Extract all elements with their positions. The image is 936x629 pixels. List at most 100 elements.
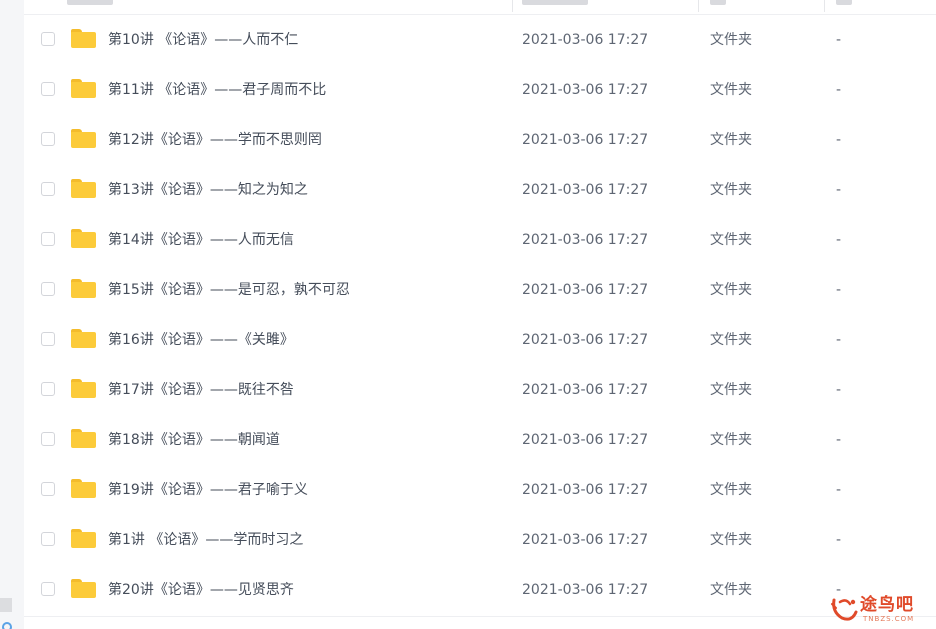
row-checkbox[interactable] bbox=[41, 332, 55, 346]
sidebar-scroll-stub[interactable] bbox=[0, 598, 12, 612]
modified-date: 2021-03-06 17:27 bbox=[522, 582, 649, 598]
file-name-link[interactable]: 第13讲《论语》——知之为知之 bbox=[108, 181, 308, 199]
file-type: 文件夹 bbox=[710, 332, 752, 348]
folder-icon-body bbox=[71, 432, 96, 448]
file-name-link[interactable]: 第14讲《论语》——人而无信 bbox=[108, 231, 294, 249]
folder-icon bbox=[71, 529, 96, 548]
file-row[interactable]: 第18讲《论语》——朝闻道 2021-03-06 17:27 文件夹 - bbox=[24, 415, 936, 465]
file-row[interactable]: 第16讲《论语》——《关雎》 2021-03-06 17:27 文件夹 - bbox=[24, 315, 936, 365]
site-watermark: 途鸟吧 TNBZS.COM bbox=[830, 592, 934, 626]
folder-icon-body bbox=[71, 32, 96, 48]
file-name-link[interactable]: 第1讲 《论语》——学而时习之 bbox=[108, 531, 303, 549]
folder-icon bbox=[71, 129, 96, 148]
file-name-link[interactable]: 第10讲 《论语》——人而不仁 bbox=[108, 31, 298, 49]
file-row[interactable]: 第12讲《论语》——学而不思则罔 2021-03-06 17:27 文件夹 - bbox=[24, 115, 936, 165]
file-name-link[interactable]: 第16讲《论语》——《关雎》 bbox=[108, 331, 294, 349]
file-list: 第10讲 《论语》——人而不仁 2021-03-06 17:27 文件夹 - 第11讲 … bbox=[24, 15, 936, 617]
folder-icon-body bbox=[71, 232, 96, 248]
file-name-link[interactable]: 第12讲《论语》——学而不思则罔 bbox=[108, 131, 322, 149]
file-type: 文件夹 bbox=[710, 232, 752, 248]
header-size-remnant bbox=[836, 0, 852, 5]
file-type: 文件夹 bbox=[710, 582, 752, 598]
modified-date: 2021-03-06 17:27 bbox=[522, 32, 649, 48]
row-checkbox[interactable] bbox=[41, 82, 55, 96]
file-type: 文件夹 bbox=[710, 432, 752, 448]
row-checkbox[interactable] bbox=[41, 32, 55, 46]
file-manager-page: 第10讲 《论语》——人而不仁 2021-03-06 17:27 文件夹 - 第11讲 … bbox=[0, 0, 936, 629]
watermark-subtext: TNBZS.COM bbox=[863, 615, 915, 623]
file-row[interactable]: 第10讲 《论语》——人而不仁 2021-03-06 17:27 文件夹 - bbox=[24, 15, 936, 65]
refresh-icon[interactable] bbox=[2, 622, 12, 629]
column-divider[interactable] bbox=[512, 0, 513, 12]
watermark-logo bbox=[831, 598, 858, 621]
file-size: - bbox=[836, 332, 842, 348]
modified-date: 2021-03-06 17:27 bbox=[522, 132, 649, 148]
file-row[interactable]: 第11讲 《论语》——君子周而不比 2021-03-06 17:27 文件夹 - bbox=[24, 65, 936, 115]
row-checkbox[interactable] bbox=[41, 482, 55, 496]
file-name-link[interactable]: 第11讲 《论语》——君子周而不比 bbox=[108, 81, 326, 99]
file-type: 文件夹 bbox=[710, 282, 752, 298]
modified-date: 2021-03-06 17:27 bbox=[522, 282, 649, 298]
folder-icon-body bbox=[71, 282, 96, 298]
folder-icon bbox=[71, 379, 96, 398]
file-row[interactable]: 第15讲《论语》——是可忍，孰不可忍 2021-03-06 17:27 文件夹 - bbox=[24, 265, 936, 315]
folder-icon bbox=[71, 329, 96, 348]
file-type: 文件夹 bbox=[710, 382, 752, 398]
column-divider[interactable] bbox=[824, 0, 825, 12]
modified-date: 2021-03-06 17:27 bbox=[522, 432, 649, 448]
modified-date: 2021-03-06 17:27 bbox=[522, 332, 649, 348]
folder-icon bbox=[71, 279, 96, 298]
file-type: 文件夹 bbox=[710, 32, 752, 48]
folder-icon-body bbox=[71, 182, 96, 198]
header-type-remnant bbox=[710, 0, 726, 5]
folder-icon bbox=[71, 179, 96, 198]
modified-date: 2021-03-06 17:27 bbox=[522, 532, 649, 548]
folder-icon bbox=[71, 79, 96, 98]
modified-date: 2021-03-06 17:27 bbox=[522, 182, 649, 198]
row-checkbox[interactable] bbox=[41, 182, 55, 196]
folder-icon-body bbox=[71, 482, 96, 498]
row-checkbox[interactable] bbox=[41, 132, 55, 146]
folder-icon-body bbox=[71, 132, 96, 148]
file-row[interactable]: 第13讲《论语》——知之为知之 2021-03-06 17:27 文件夹 - bbox=[24, 165, 936, 215]
table-header bbox=[24, 0, 936, 15]
file-row[interactable]: 第19讲《论语》——君子喻于义 2021-03-06 17:27 文件夹 - bbox=[24, 465, 936, 515]
row-checkbox[interactable] bbox=[41, 232, 55, 246]
file-row[interactable]: 第20讲《论语》——见贤思齐 2021-03-06 17:27 文件夹 - bbox=[24, 565, 936, 617]
folder-icon-body bbox=[71, 382, 96, 398]
file-row[interactable]: 第17讲《论语》——既往不咎 2021-03-06 17:27 文件夹 - bbox=[24, 365, 936, 415]
file-name-link[interactable]: 第17讲《论语》——既往不咎 bbox=[108, 381, 294, 399]
file-type: 文件夹 bbox=[710, 182, 752, 198]
file-size: - bbox=[836, 482, 842, 498]
file-size: - bbox=[836, 182, 842, 198]
file-size: - bbox=[836, 232, 842, 248]
file-name-link[interactable]: 第20讲《论语》——见贤思齐 bbox=[108, 581, 294, 599]
file-type: 文件夹 bbox=[710, 482, 752, 498]
file-size: - bbox=[836, 382, 842, 398]
modified-date: 2021-03-06 17:27 bbox=[522, 482, 649, 498]
file-size: - bbox=[836, 282, 842, 298]
file-name-link[interactable]: 第18讲《论语》——朝闻道 bbox=[108, 431, 280, 449]
row-checkbox[interactable] bbox=[41, 582, 55, 596]
folder-icon bbox=[71, 229, 96, 248]
file-size: - bbox=[836, 32, 842, 48]
file-row[interactable]: 第14讲《论语》——人而无信 2021-03-06 17:27 文件夹 - bbox=[24, 215, 936, 265]
file-type: 文件夹 bbox=[710, 132, 752, 148]
folder-icon bbox=[71, 579, 96, 598]
file-type: 文件夹 bbox=[710, 82, 752, 98]
row-checkbox[interactable] bbox=[41, 532, 55, 546]
file-name-link[interactable]: 第19讲《论语》——君子喻于义 bbox=[108, 481, 308, 499]
column-divider[interactable] bbox=[698, 0, 699, 12]
row-checkbox[interactable] bbox=[41, 282, 55, 296]
row-checkbox[interactable] bbox=[41, 432, 55, 446]
watermark-text: 途鸟吧 bbox=[860, 595, 914, 615]
file-size: - bbox=[836, 132, 842, 148]
row-checkbox[interactable] bbox=[41, 382, 55, 396]
file-row[interactable]: 第1讲 《论语》——学而时习之 2021-03-06 17:27 文件夹 - bbox=[24, 515, 936, 565]
folder-icon bbox=[71, 479, 96, 498]
folder-icon-body bbox=[71, 332, 96, 348]
modified-date: 2021-03-06 17:27 bbox=[522, 82, 649, 98]
file-name-link[interactable]: 第15讲《论语》——是可忍，孰不可忍 bbox=[108, 281, 350, 299]
folder-icon-body bbox=[71, 82, 96, 98]
file-size: - bbox=[836, 82, 842, 98]
